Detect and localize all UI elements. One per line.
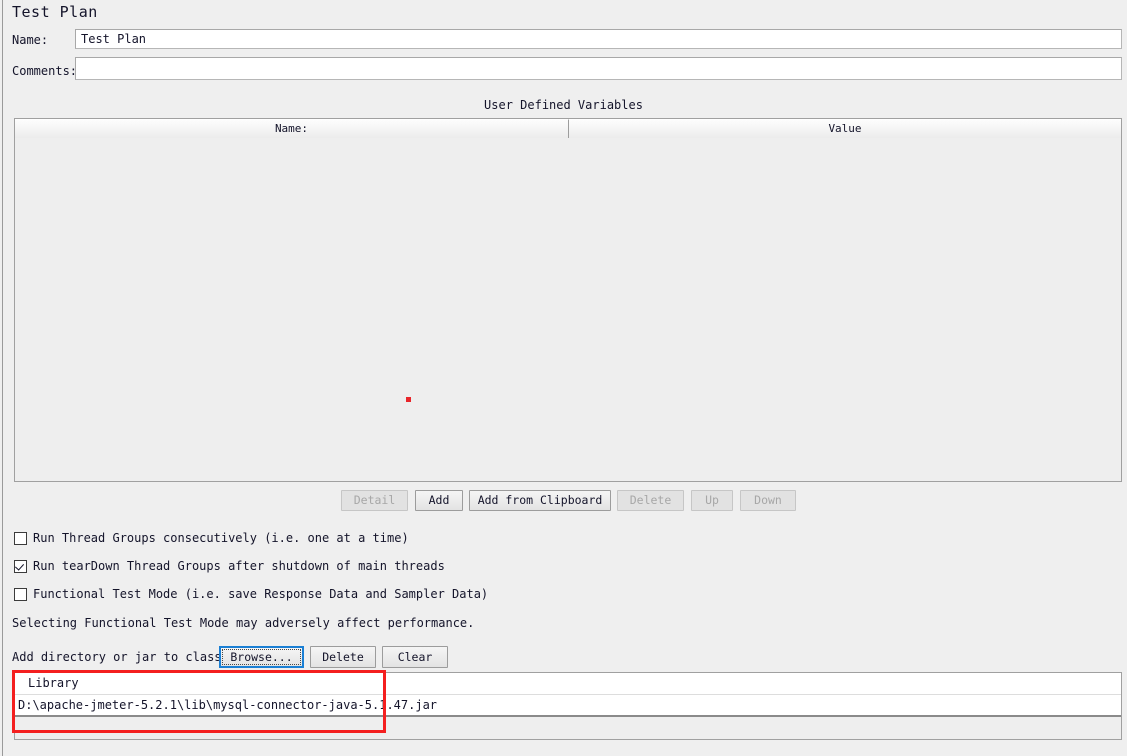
functional-test-mode-note: Selecting Functional Test Mode may adver… [12, 616, 475, 630]
table-header-row: Name: Value [15, 119, 1121, 138]
table-row[interactable]: D:\apache-jmeter-5.2.1\lib\mysql-connect… [15, 695, 1121, 717]
checkbox-icon[interactable] [14, 587, 27, 601]
browse-button[interactable]: Browse... [219, 646, 304, 668]
page-title: Test Plan [12, 3, 98, 21]
comments-input[interactable] [75, 57, 1122, 80]
name-input[interactable] [75, 29, 1122, 49]
comments-label: Comments: [12, 64, 78, 78]
column-header-value[interactable]: Value [569, 119, 1121, 138]
user-defined-variables-caption: User Defined Variables [484, 98, 643, 112]
checkbox-label: Run Thread Groups consecutively (i.e. on… [33, 531, 409, 545]
checkbox-functional-test-mode[interactable]: Functional Test Mode (i.e. save Response… [14, 587, 488, 601]
user-defined-variables-table[interactable]: Name: Value [14, 118, 1122, 482]
delete-variable-button[interactable]: Delete [617, 490, 684, 511]
classpath-label: Add directory or jar to classpath [12, 650, 251, 664]
checkbox-run-thread-groups-consecutively[interactable]: Run Thread Groups consecutively (i.e. on… [14, 531, 409, 545]
clear-classpath-button[interactable]: Clear [382, 646, 448, 668]
browse-button-label: Browse... [230, 650, 293, 664]
column-header-name[interactable]: Name: [15, 119, 569, 138]
checkbox-label: Run tearDown Thread Groups after shutdow… [33, 559, 445, 573]
add-from-clipboard-button[interactable]: Add from Clipboard [469, 490, 611, 511]
move-up-button[interactable]: Up [691, 490, 733, 511]
delete-classpath-button[interactable]: Delete [310, 646, 376, 668]
library-table-empty-area[interactable] [15, 717, 1121, 738]
move-down-button[interactable]: Down [740, 490, 796, 511]
add-button[interactable]: Add [415, 490, 463, 511]
checkbox-run-teardown-thread-groups[interactable]: Run tearDown Thread Groups after shutdow… [14, 559, 445, 573]
checkbox-label: Functional Test Mode (i.e. save Response… [33, 587, 489, 601]
panel-left-border [2, 0, 3, 756]
checkbox-checked-icon[interactable] [14, 559, 27, 573]
detail-button[interactable]: Detail [341, 490, 408, 511]
table-body[interactable] [15, 140, 1121, 481]
library-table[interactable]: Library D:\apache-jmeter-5.2.1\lib\mysql… [14, 672, 1122, 740]
cursor-marker-icon [406, 397, 411, 402]
checkbox-icon[interactable] [14, 531, 27, 545]
library-column-header[interactable]: Library [15, 673, 1121, 695]
test-plan-panel: Test Plan Name: Comments: User Defined V… [0, 0, 1127, 756]
name-label: Name: [12, 33, 49, 47]
